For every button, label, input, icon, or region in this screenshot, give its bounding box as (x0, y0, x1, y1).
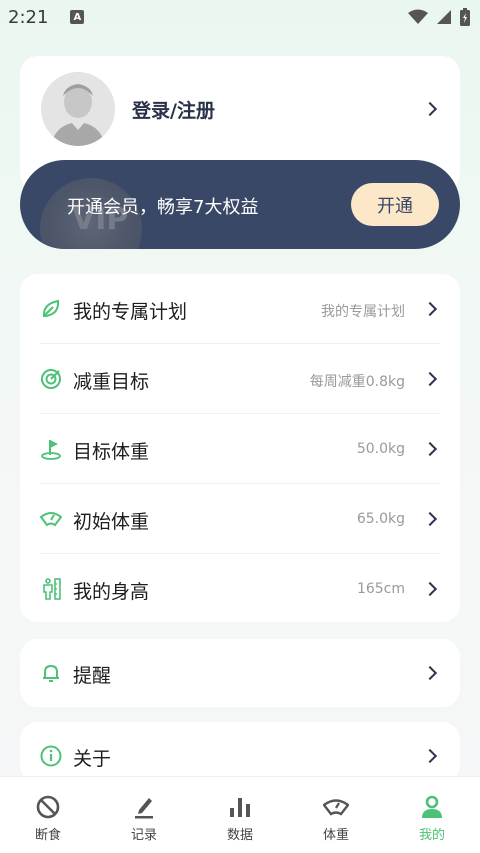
about-card[interactable]: 关于 (20, 722, 460, 784)
chevron-right-icon (422, 301, 438, 317)
row-value: 165cm (356, 581, 405, 597)
default-avatar-icon (41, 72, 115, 146)
info-icon (40, 745, 62, 767)
reminder-card[interactable]: 提醒 (20, 639, 460, 707)
row-label: 我的专属计划 (73, 301, 188, 323)
data-chart-icon (230, 798, 250, 817)
row-target-weight[interactable]: 目标体重 50.0kg (20, 414, 460, 484)
chevron-right-icon (422, 581, 438, 597)
row-value: 每周减重0.8kg (309, 374, 405, 390)
row-label: 减重目标 (73, 371, 150, 393)
chevron-right-icon (422, 441, 438, 457)
signal-icon (437, 10, 451, 24)
tab-label: 数据 (226, 828, 253, 843)
status-icons (408, 8, 470, 26)
row-value: 我的专属计划 (321, 304, 405, 320)
chevron-right-icon (422, 511, 438, 527)
leaf-icon (42, 299, 60, 317)
notification-a-icon: A (70, 10, 85, 24)
profile-icon (422, 795, 442, 818)
tab-fasting[interactable]: 断食 (0, 777, 96, 853)
plan-settings-card: 我的专属计划 我的专属计划 减重目标 每周减重0.8kg 目标体重 50.0kg… (20, 274, 460, 622)
vip-banner-text: 开通会员，畅享7大权益 (67, 197, 259, 218)
row-value: 65.0kg (356, 511, 405, 527)
avatar[interactable] (41, 72, 115, 146)
row-label: 关于 (73, 748, 112, 770)
status-time: 2:21 (8, 6, 49, 28)
fasting-icon (36, 795, 60, 819)
row-weight-loss-goal[interactable]: 减重目标 每周减重0.8kg (20, 344, 460, 414)
row-label: 目标体重 (73, 441, 150, 463)
row-my-plan[interactable]: 我的专属计划 我的专属计划 (20, 274, 460, 344)
weight-icon (323, 799, 349, 816)
row-label: 提醒 (73, 665, 112, 687)
row-label: 我的身高 (73, 581, 150, 603)
tab-label: 体重 (322, 828, 349, 843)
tab-label: 记录 (130, 828, 157, 843)
target-icon (41, 369, 61, 389)
row-reminder[interactable]: 提醒 (20, 639, 460, 707)
vip-banner[interactable]: VIP 开通会员，畅享7大权益 开通 (20, 160, 460, 249)
tab-record[interactable]: 记录 (96, 777, 192, 853)
vip-activate-button[interactable]: 开通 (351, 183, 439, 226)
bell-icon (43, 664, 59, 682)
height-icon (43, 578, 61, 600)
row-initial-weight[interactable]: 初始体重 65.0kg (20, 484, 460, 554)
login-register-link[interactable]: 登录/注册 (132, 96, 215, 123)
tab-data[interactable]: 数据 (192, 777, 288, 853)
chevron-right-icon (422, 665, 438, 681)
bottom-tab-bar: 断食 记录 数据 体重 我的 (0, 776, 480, 853)
flag-icon (41, 440, 61, 460)
row-about[interactable]: 关于 (20, 722, 460, 784)
chevron-right-icon (422, 748, 438, 764)
tab-label: 断食 (34, 828, 61, 843)
tab-profile[interactable]: 我的 (384, 777, 480, 853)
status-bar: 2:21 A (0, 0, 480, 34)
wifi-icon (408, 9, 428, 24)
chevron-right-icon (422, 371, 438, 387)
record-icon (135, 798, 153, 819)
scale-icon (40, 512, 62, 527)
row-label: 初始体重 (73, 511, 150, 533)
row-value: 50.0kg (356, 441, 405, 457)
chevron-right-icon (422, 101, 438, 117)
tab-weight[interactable]: 体重 (288, 777, 384, 853)
battery-icon (460, 8, 470, 26)
row-my-height[interactable]: 我的身高 165cm (20, 554, 460, 624)
tab-label: 我的 (418, 828, 445, 843)
